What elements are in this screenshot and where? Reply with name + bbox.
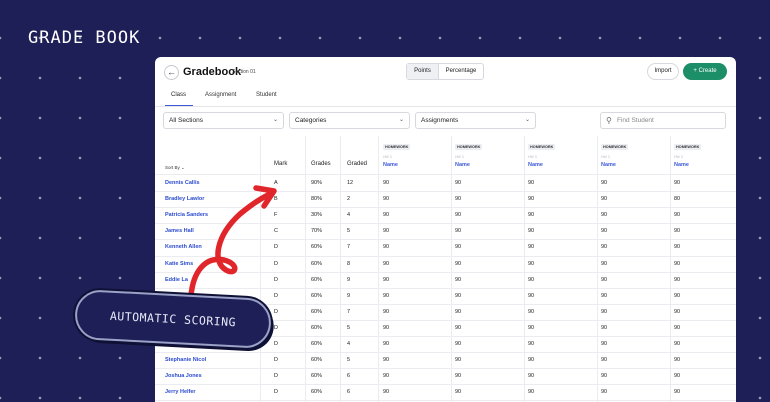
automatic-scoring-callout: AUTOMATIC SCORING <box>73 288 273 350</box>
callout-label: AUTOMATIC SCORING <box>109 308 237 330</box>
arrow-overlay <box>188 185 277 299</box>
curved-arrow <box>188 192 271 299</box>
